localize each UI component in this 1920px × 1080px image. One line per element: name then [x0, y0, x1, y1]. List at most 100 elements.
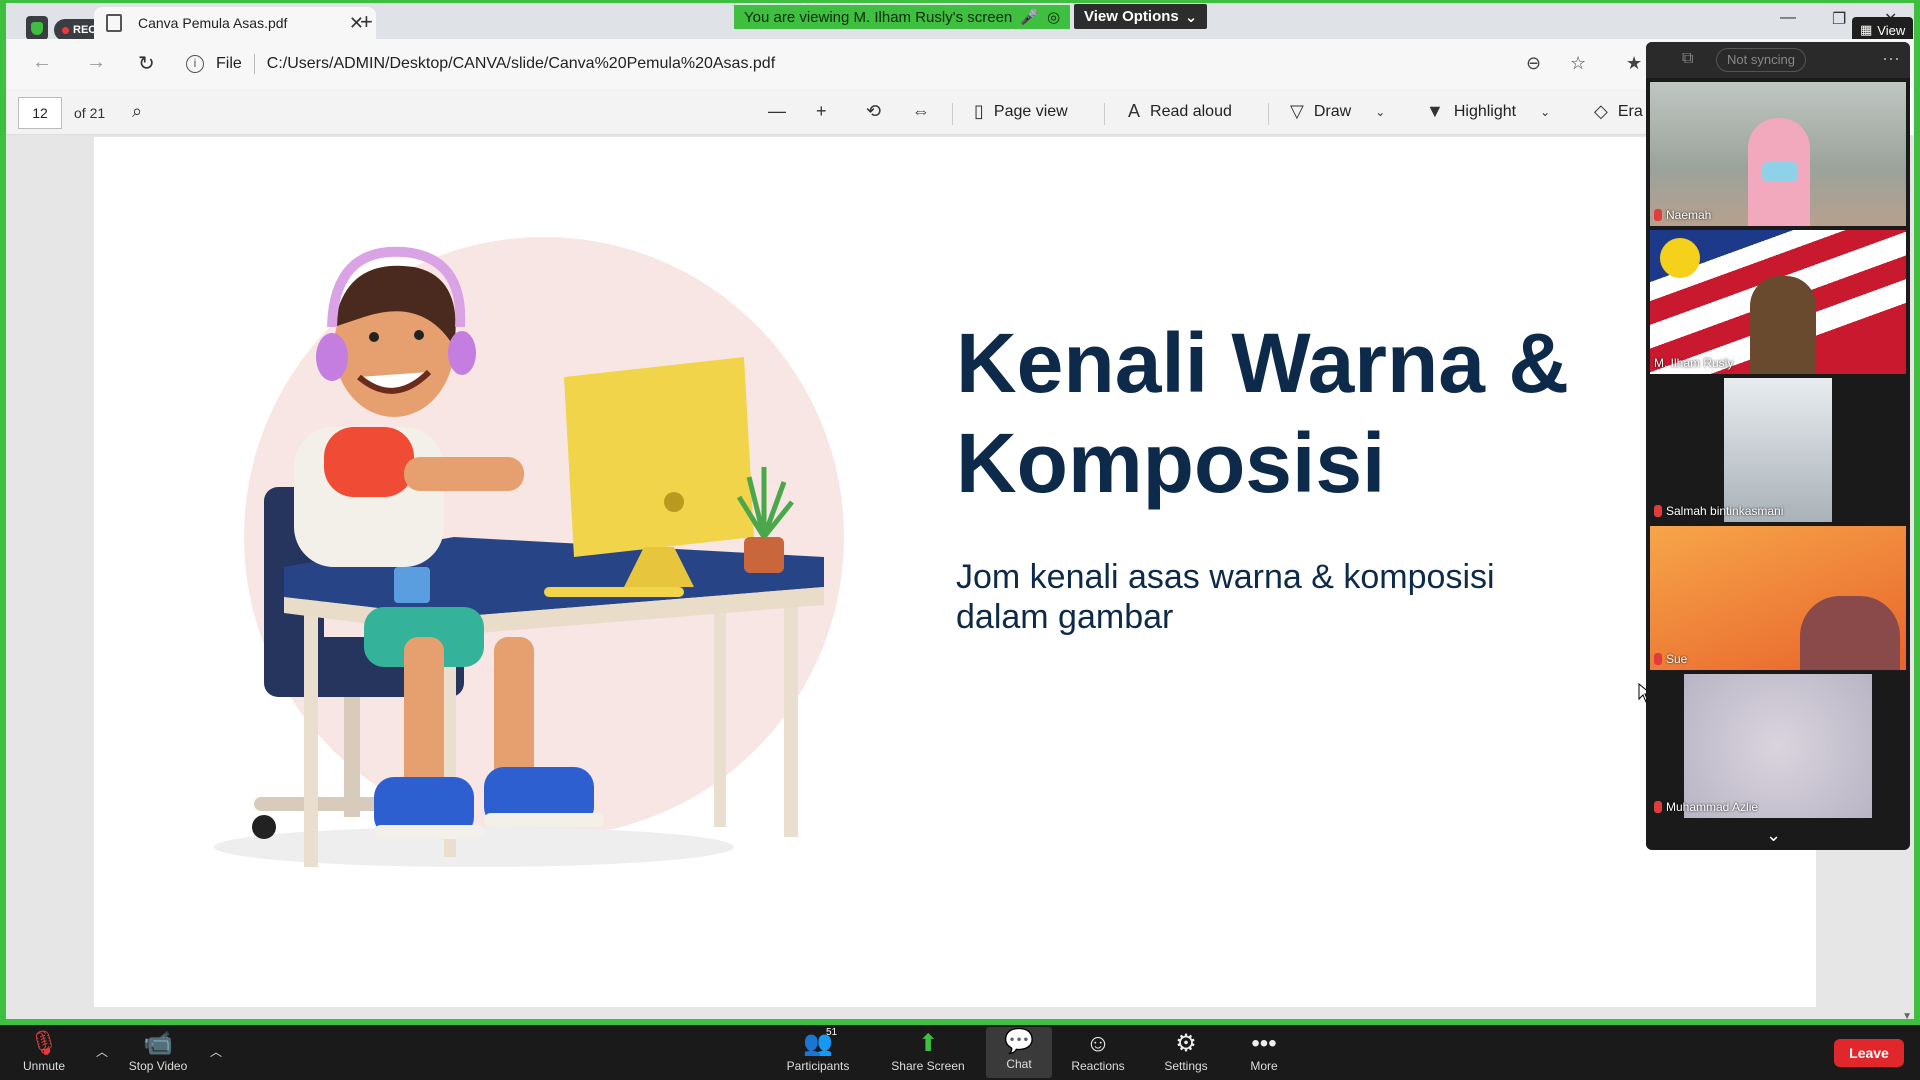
participants-label: Participants — [786, 1059, 850, 1073]
page-total: of 21 — [74, 105, 106, 121]
erase-button[interactable]: ◇ Era — [1594, 101, 1643, 122]
participant-name-tag: Sue — [1654, 652, 1687, 666]
chat-label: Chat — [1006, 1057, 1032, 1071]
participant-video — [1750, 276, 1816, 374]
audio-options-caret-icon[interactable]: ︿ — [96, 1043, 108, 1060]
participants-button[interactable]: 👥 51 Participants — [778, 1027, 858, 1073]
eraser-icon: ◇ — [1594, 101, 1608, 121]
read-aloud-label: Read aloud — [1150, 102, 1232, 120]
url-text: C:/Users/ADMIN/Desktop/CANVA/slide/Canva… — [266, 55, 776, 72]
settings-button[interactable]: ⚙ Settings — [1146, 1029, 1226, 1073]
chevron-down-icon[interactable]: ⌄ — [1766, 825, 1781, 846]
rec-label: REC — [73, 24, 97, 36]
reactions-icon: ☺ — [1085, 1030, 1111, 1057]
highlight-button[interactable]: ▼ Highlight ⌄ — [1426, 101, 1550, 122]
more-button[interactable]: ••• More — [1224, 1029, 1304, 1073]
mic-muted-icon: 🎙 — [28, 1030, 60, 1057]
slide-title-line-2: Komposisi — [956, 416, 1386, 510]
participant-tile[interactable]: M. Ilham Rusly — [1650, 230, 1906, 374]
info-icon[interactable]: i — [186, 55, 204, 73]
unmute-button[interactable]: 🎙 Unmute — [4, 1029, 84, 1073]
participant-video — [1684, 674, 1872, 818]
more-options-icon[interactable]: ··· — [1882, 48, 1900, 69]
slide-subtitle-line-2: dalam gambar — [956, 598, 1174, 636]
stop-video-button[interactable]: 📹 Stop Video — [118, 1029, 198, 1073]
participant-tile[interactable]: Salmah bintinkasmani — [1650, 378, 1906, 522]
stop-video-label: Stop Video — [128, 1059, 188, 1073]
toolbar-separator — [1268, 103, 1269, 125]
favorites-icon[interactable]: ★ — [1626, 53, 1642, 74]
participant-tile[interactable]: Naemah — [1650, 82, 1906, 226]
back-icon[interactable]: ← — [32, 51, 52, 74]
erase-label: Era — [1617, 102, 1643, 120]
slide-subtitle-line-1: Jom kenali asas warna & komposisi — [956, 558, 1495, 596]
participant-name: M. Ilham Rusly — [1654, 356, 1734, 370]
record-dot-icon — [62, 26, 69, 34]
participant-name-tag: Salmah bintinkasmani — [1654, 504, 1783, 518]
more-dots-icon: ••• — [1251, 1030, 1277, 1057]
video-gallery-panel: ⧉ Not syncing ··· Naemah M. Ilham Rusly … — [1646, 42, 1910, 850]
toolbar-separator — [1104, 103, 1105, 125]
participant-video — [1724, 378, 1832, 522]
read-aloud-button[interactable]: A Read aloud — [1128, 101, 1232, 122]
illustration-person-at-desk — [214, 237, 844, 867]
chevron-down-icon: ⌄ — [1184, 8, 1198, 26]
slide-subtitle: Jom kenali asas warna & komposisi dalam … — [956, 557, 1576, 637]
highlight-label: Highlight — [1453, 102, 1517, 120]
meeting-controls: 🎙 Unmute ︿ 📹 Stop Video ︿ 👥 51 Participa… — [0, 1025, 1920, 1080]
draw-button[interactable]: ▽ Draw ⌄ — [1290, 101, 1385, 122]
sync-status[interactable]: Not syncing — [1716, 48, 1806, 72]
mask — [1762, 162, 1798, 182]
collections-icon[interactable]: ⧉ — [1682, 50, 1693, 68]
url-field[interactable]: i File C:/Users/ADMIN/Desktop/CANVA/slid… — [186, 47, 1586, 81]
reload-icon[interactable]: ↻ — [138, 51, 155, 76]
zoom-out-icon[interactable]: ⊖ — [1526, 53, 1541, 74]
tab-title: Canva Pemula Asas.pdf — [138, 15, 288, 31]
share-screen-icon: ⬆ — [917, 1030, 939, 1057]
page-number-input[interactable]: 12 — [18, 97, 62, 129]
mic-muted-icon — [1654, 209, 1662, 221]
rotate-icon[interactable]: ⟲ — [866, 101, 881, 122]
minimize-icon[interactable]: — — [1780, 9, 1796, 27]
zoom-out-pdf-icon[interactable]: — — [768, 101, 786, 122]
scroll-down-icon[interactable]: ▼ — [1902, 1011, 1912, 1019]
draw-label: Draw — [1313, 102, 1352, 120]
leave-button[interactable]: Leave — [1834, 1039, 1904, 1067]
mic-muted-icon — [1654, 505, 1662, 517]
reactions-button[interactable]: ☺ Reactions — [1058, 1029, 1138, 1073]
share-banner-text: You are viewing M. Ilham Rusly's screen — [744, 8, 1013, 26]
grid-icon: ▦ — [1860, 22, 1873, 37]
slide-title: Kenali Warna & Komposisi — [956, 313, 1676, 513]
chevron-down-icon[interactable]: ⌄ — [1540, 105, 1550, 119]
browser-tab[interactable]: Canva Pemula Asas.pdf ✕ — [94, 7, 376, 39]
chat-button[interactable]: 💬 Chat — [986, 1027, 1052, 1078]
restore-icon[interactable]: ❐ — [1832, 9, 1846, 29]
highlight-icon: ▼ — [1426, 101, 1444, 121]
reactions-label: Reactions — [1071, 1059, 1125, 1073]
participant-tile[interactable]: Sue — [1650, 526, 1906, 670]
browser-tabbar: REC Canva Pemula Asas.pdf ✕ + You are vi… — [6, 3, 1914, 43]
video-options-caret-icon[interactable]: ︿ — [210, 1043, 222, 1060]
new-tab-button[interactable]: + — [360, 9, 373, 35]
share-banner: You are viewing M. Ilham Rusly's screen … — [734, 5, 1071, 29]
find-icon[interactable]: ⌕ — [132, 101, 142, 122]
participant-name: Muhammad Azlie — [1666, 800, 1759, 814]
unmute-label: Unmute — [22, 1059, 66, 1073]
fit-page-icon[interactable]: ⇔ — [912, 101, 930, 122]
participants-icon: 👥 — [803, 1030, 833, 1057]
pdf-page: Kenali Warna & Komposisi Jom kenali asas… — [94, 137, 1816, 1007]
share-screen-button[interactable]: ⬆ Share Screen — [888, 1029, 968, 1073]
page-view-label: Page view — [993, 102, 1068, 120]
gear-icon: ⚙ — [1175, 1030, 1197, 1057]
participant-tile[interactable]: Muhammad Azlie — [1650, 674, 1906, 818]
chevron-down-icon[interactable]: ⌄ — [1375, 105, 1385, 119]
status-icon: ◎ — [1046, 9, 1061, 26]
page-view-button[interactable]: ▯ Page view — [974, 101, 1068, 122]
slide-title-line-1: Kenali Warna & — [956, 316, 1570, 410]
mic-muted-icon — [1654, 801, 1662, 813]
zoom-in-pdf-icon[interactable]: + — [816, 101, 827, 122]
view-options-button[interactable]: View Options ⌄ — [1074, 4, 1208, 29]
add-favorite-icon[interactable]: ☆ — [1570, 53, 1586, 74]
forward-icon[interactable]: → — [86, 51, 106, 74]
url-separator — [253, 54, 255, 74]
